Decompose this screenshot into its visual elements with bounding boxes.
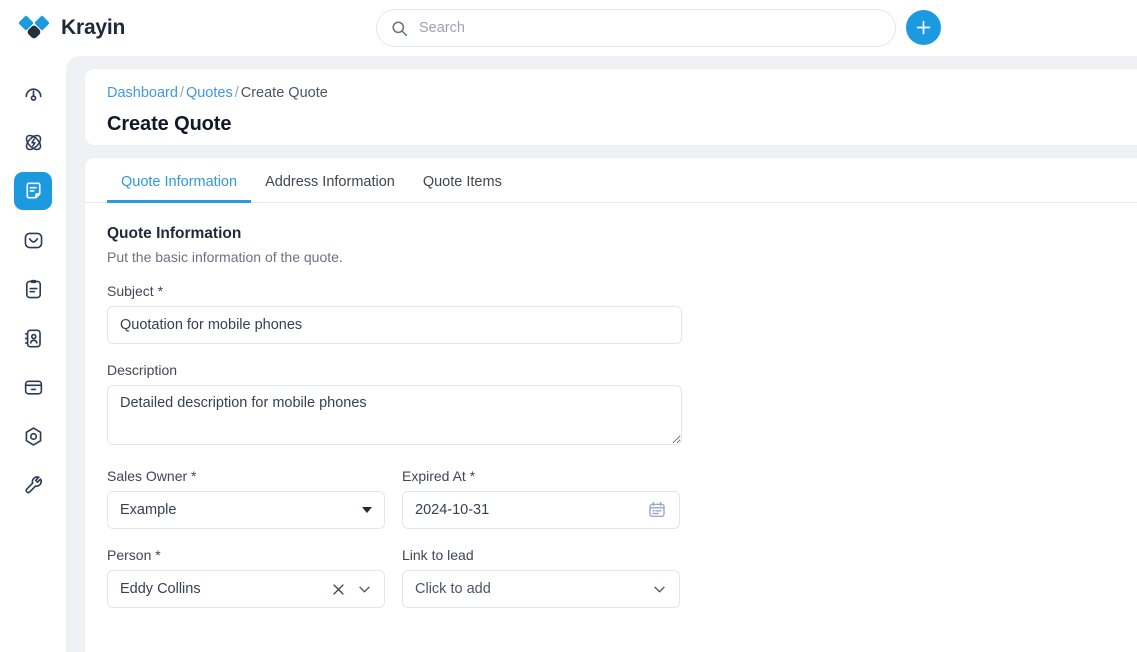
- tab-quote-information[interactable]: Quote Information: [107, 174, 252, 203]
- tab-quote-items[interactable]: Quote Items: [409, 174, 516, 202]
- leads-atom-icon: [25, 134, 41, 150]
- breadcrumb: Dashboard / Quotes / Create Quote: [107, 83, 1137, 103]
- person-select[interactable]: Eddy Collins: [107, 570, 385, 608]
- person-label: Person *: [107, 547, 161, 563]
- sidebar-item-quotes[interactable]: [14, 172, 52, 210]
- wrench-icon: [24, 475, 42, 493]
- page-title: Create Quote: [107, 113, 232, 135]
- subject-label: Subject *: [107, 283, 164, 299]
- breadcrumb-item-dashboard[interactable]: Dashboard: [107, 85, 178, 101]
- sales-owner-field-group: Sales Owner * Example: [107, 468, 385, 529]
- brand-name: Krayin: [61, 16, 126, 39]
- search-bar[interactable]: [376, 9, 896, 47]
- expired-at-input[interactable]: 2024-10-31: [402, 491, 680, 529]
- sidebar-item-activities[interactable]: [14, 270, 52, 308]
- plus-icon: [916, 20, 931, 35]
- sidebar-item-settings[interactable]: [14, 417, 52, 455]
- sales-owner-select[interactable]: Example: [107, 491, 385, 529]
- sales-owner-label: Sales Owner *: [107, 468, 197, 484]
- dashboard-gauge-icon: [24, 87, 42, 101]
- tab-bar: Quote Information Address Information Qu…: [85, 158, 1137, 203]
- page-header-panel: Dashboard / Quotes / Create Quote Create Quo…: [84, 68, 1137, 146]
- calendar-icon[interactable]: [647, 500, 667, 520]
- form-section-subtitle: Put the basic information of the quote.: [107, 249, 343, 265]
- link-to-lead-value: Click to add: [415, 581, 491, 597]
- search-input[interactable]: [419, 20, 881, 36]
- close-x-icon[interactable]: [331, 582, 346, 597]
- hex-nut-icon: [25, 426, 41, 446]
- sidebar-item-configure[interactable]: [14, 466, 52, 504]
- sales-owner-value: Example: [120, 502, 177, 518]
- add-button[interactable]: [906, 10, 941, 45]
- envelope-icon: [24, 232, 42, 248]
- quote-document-icon: [25, 182, 41, 199]
- page-content: Dashboard / Quotes / Create Quote Create Quo…: [66, 56, 1137, 652]
- sidebar: [0, 56, 66, 652]
- link-to-lead-field-group: Link to lead Click to add: [402, 547, 680, 608]
- breadcrumb-separator: /: [234, 85, 239, 101]
- sidebar-item-products[interactable]: [14, 368, 52, 406]
- person-lead-row: Person * Eddy Collins Link to lead Click…: [107, 547, 1137, 608]
- tab-address-information[interactable]: Address Information: [251, 174, 409, 202]
- breadcrumb-item-current: Create Quote: [240, 85, 328, 101]
- search-icon: [392, 20, 408, 36]
- form-section-title: Quote Information: [107, 225, 242, 242]
- description-label: Description: [107, 362, 178, 378]
- breadcrumb-item-quotes[interactable]: Quotes: [186, 85, 233, 101]
- subject-input[interactable]: [107, 306, 682, 344]
- chevron-down-icon[interactable]: [357, 582, 372, 597]
- sales-owner-expired-row: Sales Owner * Example Expired At * 2024-…: [107, 468, 1137, 529]
- person-field-group: Person * Eddy Collins: [107, 547, 385, 608]
- expired-at-value: 2024-10-31: [415, 502, 490, 518]
- sidebar-item-dashboard[interactable]: [14, 74, 52, 112]
- breadcrumb-separator: /: [179, 85, 184, 101]
- contact-book-icon: [24, 328, 41, 348]
- expired-at-field-group: Expired At * 2024-10-31: [402, 468, 680, 529]
- link-to-lead-select[interactable]: Click to add: [402, 570, 680, 608]
- sidebar-item-contacts[interactable]: [14, 319, 52, 357]
- sidebar-item-mail[interactable]: [14, 221, 52, 259]
- clipboard-icon: [25, 279, 41, 298]
- description-field-group: Description Detailed description for mob…: [107, 362, 1137, 450]
- chevron-down-icon[interactable]: [652, 582, 667, 597]
- quote-form-panel: Quote Information Address Information Qu…: [84, 157, 1137, 652]
- krayin-diamond-logo-icon: [18, 15, 50, 39]
- subject-field-group: Subject *: [107, 283, 1137, 344]
- quote-information-form: Quote Information Put the basic informat…: [85, 203, 1137, 608]
- person-value: Eddy Collins: [120, 581, 201, 597]
- expired-at-label: Expired At *: [402, 468, 476, 484]
- sidebar-item-leads[interactable]: [14, 123, 52, 161]
- description-textarea[interactable]: Detailed description for mobile phones: [107, 385, 682, 445]
- top-bar: Krayin: [0, 0, 1137, 56]
- caret-down-icon: [362, 507, 372, 513]
- brand[interactable]: Krayin: [18, 13, 318, 43]
- box-icon: [24, 380, 42, 395]
- link-to-lead-label: Link to lead: [402, 547, 474, 563]
